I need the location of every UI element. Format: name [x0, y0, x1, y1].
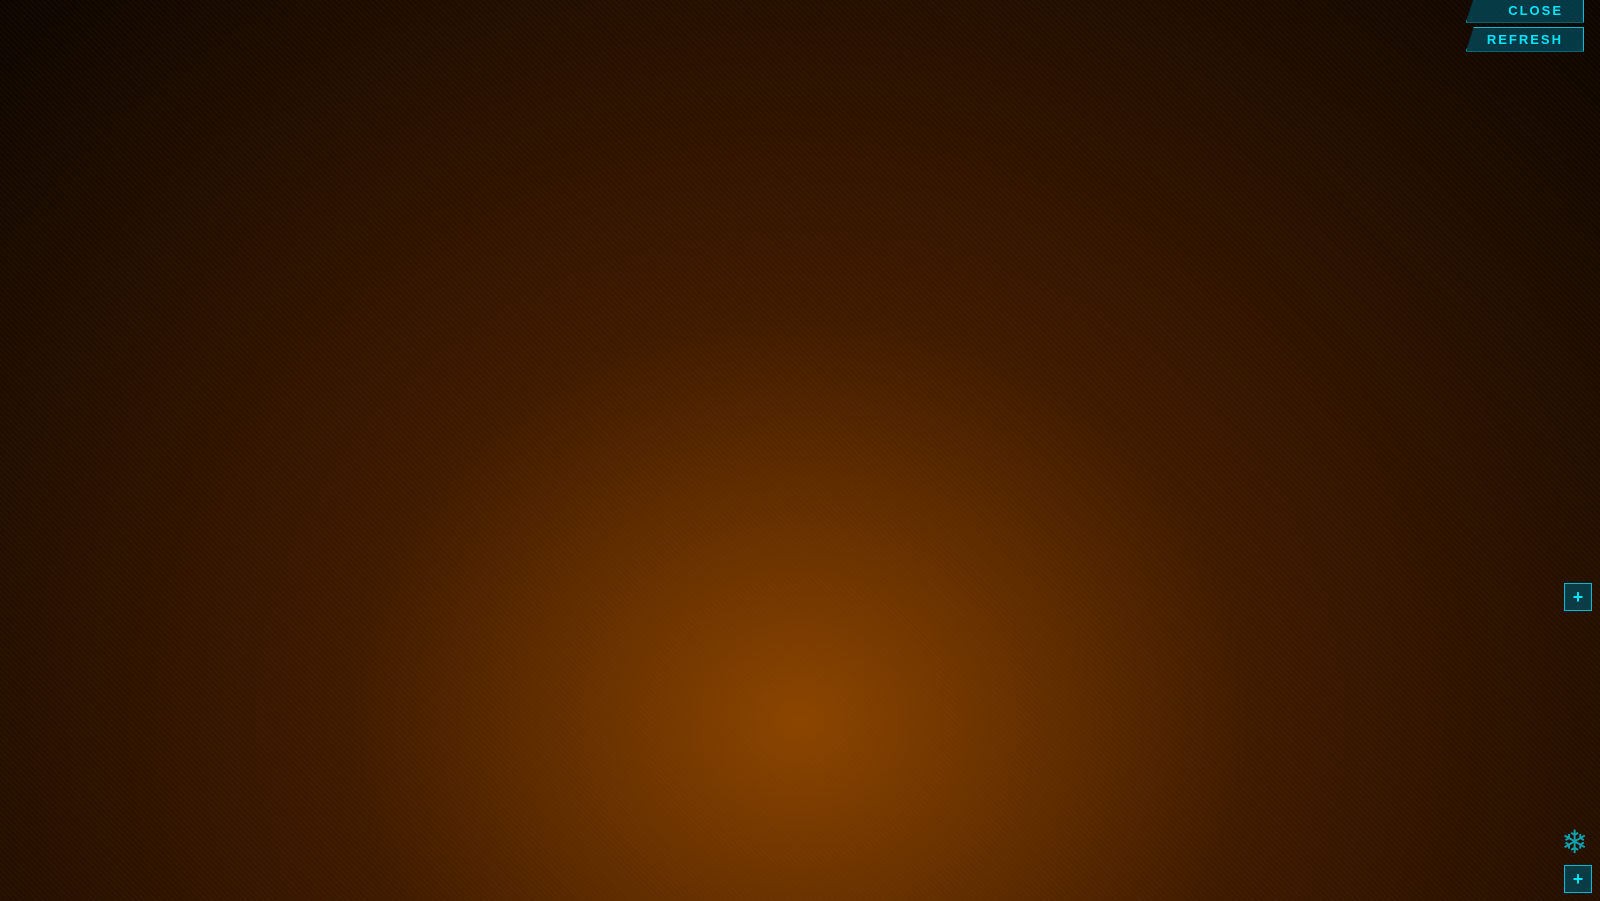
snowflake-icon: ❄	[1561, 823, 1588, 861]
close-button[interactable]: CLOSE	[1466, 0, 1584, 23]
plus-button-right[interactable]: +	[1564, 583, 1592, 611]
plus-bottom-button[interactable]: +	[1564, 865, 1592, 893]
refresh-button[interactable]: REFRESH	[1466, 27, 1584, 52]
